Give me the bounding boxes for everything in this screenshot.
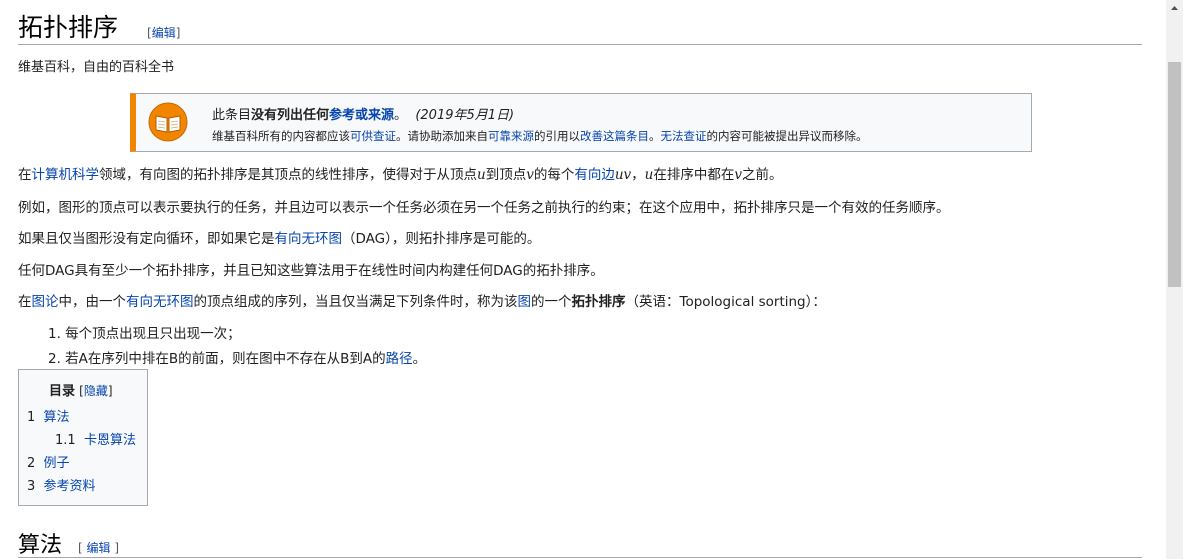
text: 中，由一个 bbox=[58, 294, 127, 310]
scroll-up-arrow-icon[interactable] bbox=[1166, 0, 1183, 17]
toc-number: 1.1 bbox=[55, 433, 76, 448]
site-tagline: 维基百科，自由的百科全书 bbox=[18, 60, 175, 75]
unverifiable-link[interactable]: 无法查证 bbox=[661, 129, 707, 143]
toc-item-3[interactable]: 3 参考资料 bbox=[27, 475, 96, 494]
text: 的每个 bbox=[533, 167, 575, 183]
book-icon bbox=[148, 102, 188, 142]
title-edit-link[interactable]: 编辑 bbox=[152, 26, 176, 40]
text: 到顶点 bbox=[485, 167, 527, 183]
section-edit-link[interactable]: 编辑 bbox=[87, 541, 111, 555]
toc-header: 目录 [隐藏] bbox=[49, 384, 113, 399]
scrollbar-thumb[interactable] bbox=[1168, 62, 1181, 287]
notice-line-1: 此条目没有列出任何参考或来源。 (2019年5月1日) bbox=[212, 104, 514, 123]
page-title: 拓扑排序 bbox=[18, 13, 119, 42]
graph-theory-link[interactable]: 图论 bbox=[32, 294, 59, 310]
section-edit-section: [ 编辑 ] bbox=[78, 541, 120, 555]
text: 。 bbox=[412, 351, 427, 367]
notice-text: 。 bbox=[394, 108, 408, 123]
toc-item-1[interactable]: 1 算法 bbox=[27, 406, 70, 425]
math-var: v bbox=[526, 167, 534, 183]
paragraph-1: 在计算机科学领域，有向图的拓扑排序是其顶点的线性排序，使得对于从顶点u到顶点v的… bbox=[18, 163, 783, 183]
term-bold: 拓扑排序 bbox=[571, 294, 626, 310]
dag-link[interactable]: 有向无环图 bbox=[275, 231, 343, 247]
toc-link[interactable]: 参考资料 bbox=[44, 479, 96, 494]
notice-text: 。 bbox=[649, 129, 661, 143]
toc-number: 1 bbox=[27, 410, 36, 425]
toc-number: 3 bbox=[27, 479, 36, 494]
vertical-scrollbar[interactable] bbox=[1166, 0, 1183, 559]
notice-box: 此条目没有列出任何参考或来源。 (2019年5月1日) 维基百科所有的内容都应该… bbox=[130, 93, 1032, 152]
paragraph-2: 例如，图形的顶点可以表示要执行的任务，并且边可以表示一个任务必须在另一个任务之前… bbox=[18, 200, 950, 216]
text: 的顶点组成的序列，当且仅当满足下列条件时，称为该 bbox=[193, 294, 518, 310]
math-var: v bbox=[734, 167, 743, 183]
improve-article-link[interactable]: 改善这篇条目 bbox=[580, 129, 649, 143]
verifiability-link[interactable]: 可供查证 bbox=[350, 129, 396, 143]
text: 在排序中都在 bbox=[653, 167, 735, 183]
toc-title: 目录 bbox=[49, 384, 76, 399]
toc-number: 2 bbox=[27, 456, 36, 471]
list-item-1: 1. 每个顶点出现且只出现一次； bbox=[48, 326, 241, 342]
math-var: uv bbox=[614, 167, 632, 183]
notice-bold-text: 没有列出任何 bbox=[251, 108, 330, 123]
directed-edge-link[interactable]: 有向边 bbox=[574, 167, 615, 183]
notice-text: 的内容可能被提出异议而移除。 bbox=[706, 129, 868, 143]
notice-text: 此条目 bbox=[212, 108, 252, 123]
text: ， bbox=[631, 167, 645, 183]
text: （英语：Topological sorting）： bbox=[625, 294, 826, 310]
notice-date: (2019年5月1日) bbox=[415, 108, 515, 123]
text: 在 bbox=[18, 167, 32, 183]
section-title: 算法 bbox=[18, 533, 63, 558]
toc-link[interactable]: 算法 bbox=[44, 410, 70, 425]
list-item-2: 2. 若A在序列中排在B的前面，则在图中不存在从B到A的路径。 bbox=[48, 347, 426, 367]
graph-link[interactable]: 图 bbox=[518, 294, 532, 310]
references-link[interactable]: 参考或来源 bbox=[329, 108, 394, 123]
title-edit-section: [编辑] bbox=[147, 26, 181, 40]
page-heading: 拓扑排序 [编辑] bbox=[18, 4, 1142, 45]
notice-line-2: 维基百科所有的内容都应该可供查证。请协助添加来自可靠来源的引用以改善这篇条目。无… bbox=[212, 128, 868, 144]
text: 之前。 bbox=[742, 167, 783, 183]
toc-link[interactable]: 例子 bbox=[44, 456, 70, 471]
paragraph-5: 在图论中，由一个有向无环图的顶点组成的序列，当且仅当满足下列条件时，称为该图的一… bbox=[18, 290, 826, 310]
text: 如果且仅当图形没有定向循环，即如果它是 bbox=[18, 231, 275, 247]
dag-link-2[interactable]: 有向无环图 bbox=[126, 294, 194, 310]
paragraph-3: 如果且仅当图形没有定向循环，即如果它是有向无环图（DAG），则拓扑排序是可能的。 bbox=[18, 227, 540, 247]
computer-science-link[interactable]: 计算机科学 bbox=[32, 167, 100, 183]
toc-toggle[interactable]: 隐藏 bbox=[84, 384, 108, 398]
path-link[interactable]: 路径 bbox=[386, 351, 413, 367]
toc-item-2[interactable]: 2 例子 bbox=[27, 452, 70, 471]
text: 在 bbox=[18, 294, 32, 310]
notice-text: 维基百科所有的内容都应该 bbox=[212, 129, 350, 143]
text: 的一个 bbox=[531, 294, 572, 310]
toc-link[interactable]: 卡恩算法 bbox=[84, 433, 136, 448]
notice-text: 的引用以 bbox=[534, 129, 580, 143]
text: 领域，有向图的拓扑排序是其顶点的线性排序，使得对于从顶点 bbox=[99, 167, 477, 183]
text: 2. 若A在序列中排在B的前面，则在图中不存在从B到A的 bbox=[48, 351, 386, 367]
toc-item-1-1[interactable]: 1.1 卡恩算法 bbox=[55, 429, 136, 448]
notice-text: 。请协助添加来自 bbox=[396, 129, 488, 143]
section-heading: 算法 [ 编辑 ] bbox=[18, 525, 1142, 558]
reliable-sources-link[interactable]: 可靠来源 bbox=[488, 129, 534, 143]
text: （DAG），则拓扑排序是可能的。 bbox=[342, 231, 541, 247]
math-var: u bbox=[477, 167, 486, 183]
table-of-contents: 目录 [隐藏] 1 算法 1.1 卡恩算法 2 例子 3 参考资料 bbox=[18, 369, 148, 506]
paragraph-4: 任何DAG具有至少一个拓扑排序，并且已知这些算法用于在线性时间内构建任何DAG的… bbox=[18, 263, 604, 279]
